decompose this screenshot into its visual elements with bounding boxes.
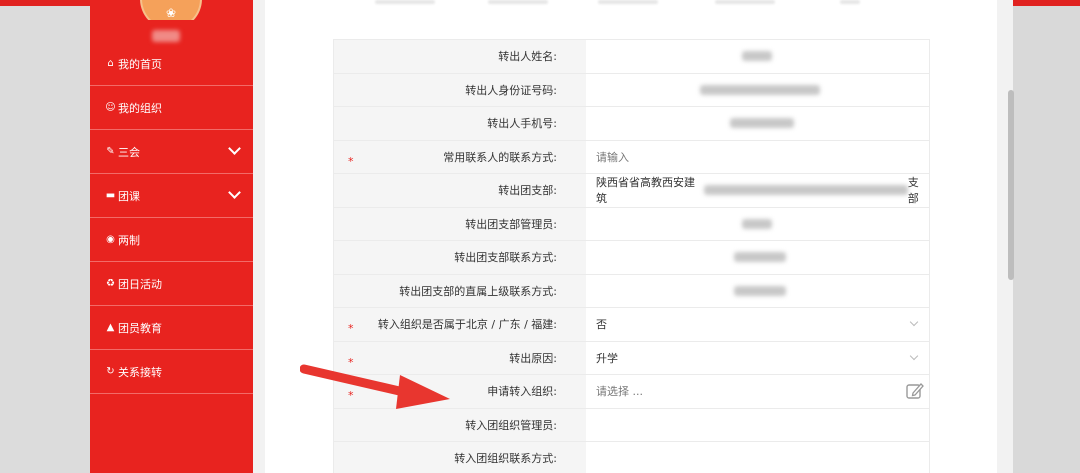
value-blurred xyxy=(586,208,929,241)
form-label: 转出团支部管理员: xyxy=(334,207,586,240)
form-row: * 常用联系人的联系方式: 请输入 xyxy=(334,140,929,174)
value-blurred xyxy=(586,107,929,140)
form-row: 转出团支部联系方式: xyxy=(334,241,929,275)
target-org-picker[interactable]: 请选择 ... xyxy=(586,375,929,408)
sidebar-item-three-meetings[interactable]: ✎ 三会 xyxy=(90,130,253,174)
target-org-admin-value xyxy=(586,409,929,442)
form-row: 转出团支部: 陕西省省高教西安建筑 支部 xyxy=(334,174,929,208)
sidebar-item-label: 两制 xyxy=(118,233,140,247)
edit-square-icon: ✎ xyxy=(106,146,115,157)
form-row: 转出人身份证号码: xyxy=(334,73,929,107)
annotation-arrow-icon xyxy=(300,364,450,409)
sidebar-item-two-systems[interactable]: ◉ 两制 xyxy=(90,218,253,262)
value-blurred xyxy=(586,74,929,107)
form-label: 转出人手机号: xyxy=(334,107,586,140)
chevron-down-icon[interactable] xyxy=(228,142,241,155)
refresh-icon: ↻ xyxy=(106,366,115,377)
sidebar-item-label: 团课 xyxy=(118,189,140,203)
form-label: 转出人身份证号码: xyxy=(334,73,586,106)
sidebar-item-league-class[interactable]: ▬ 团课 xyxy=(90,174,253,218)
sidebar-item-label: 关系接转 xyxy=(118,365,162,379)
left-gutter xyxy=(0,6,90,473)
sidebar-item-label: 三会 xyxy=(118,145,140,159)
transfer-out-branch-value: 陕西省省高教西安建筑 支部 xyxy=(596,176,919,206)
target-org-contact-value xyxy=(586,442,929,473)
avatar[interactable]: ❀ xyxy=(140,0,202,20)
form-label: * 转入组织是否属于北京 / 广东 / 福建: xyxy=(334,308,586,341)
chevron-down-icon xyxy=(909,351,919,360)
region-select[interactable]: 否 xyxy=(586,308,929,341)
form-row: * 转入组织是否属于北京 / 广东 / 福建: 否 xyxy=(334,308,929,342)
target-icon: ◉ xyxy=(106,234,115,245)
contact-input[interactable]: 请输入 xyxy=(586,141,929,174)
required-mark: * xyxy=(348,322,354,335)
value-blurred xyxy=(586,241,929,274)
sidebar-item-label: 团日活动 xyxy=(118,277,162,291)
form-label: 转出人姓名: xyxy=(334,40,586,73)
edit-icon[interactable] xyxy=(905,381,925,401)
sidebar-item-label: 我的组织 xyxy=(118,101,162,115)
sidebar-item-label: 团员教育 xyxy=(118,321,162,335)
form-row: 转出人手机号: xyxy=(334,107,929,141)
sidebar-item-relation-transfer[interactable]: ↻ 关系接转 xyxy=(90,350,253,394)
sidebar-item-home[interactable]: ⌂ 我的首页 xyxy=(90,42,253,86)
form-label: 转出团支部联系方式: xyxy=(334,241,586,274)
username-blurred xyxy=(152,30,180,42)
sidebar-item-my-org[interactable]: ☺ 我的组织 xyxy=(90,86,253,130)
recycle-icon: ♻ xyxy=(106,278,115,289)
form-row: 转出人姓名: xyxy=(334,40,929,74)
step-indicator-faint xyxy=(370,0,870,6)
home-icon: ⌂ xyxy=(107,58,114,69)
sidebar-item-league-day[interactable]: ♻ 团日活动 xyxy=(90,262,253,306)
form-label: 转出团支部: xyxy=(334,174,586,207)
chevron-down-icon[interactable] xyxy=(228,186,241,199)
chevron-down-icon xyxy=(909,317,919,327)
graduation-cap-icon: ▲ xyxy=(106,322,115,333)
users-icon: ☺ xyxy=(105,102,116,113)
bow-icon: ❀ xyxy=(166,6,177,20)
sidebar: ❀ ⌂ 我的首页 ☺ 我的组织 ✎ 三会 ▬ 团课 ◉ 两制 ♻ 团日活动 ▲ … xyxy=(90,0,253,473)
value-blurred xyxy=(586,40,929,73)
required-mark: * xyxy=(348,154,354,168)
reason-select[interactable]: 升学 xyxy=(586,342,929,375)
sidebar-item-label: 我的首页 xyxy=(118,57,162,71)
folder-icon: ▬ xyxy=(105,190,116,201)
sidebar-nav: ⌂ 我的首页 ☺ 我的组织 ✎ 三会 ▬ 团课 ◉ 两制 ♻ 团日活动 ▲ 团员… xyxy=(90,42,253,394)
sidebar-item-member-education[interactable]: ▲ 团员教育 xyxy=(90,306,253,350)
scrollbar-thumb[interactable] xyxy=(1008,90,1014,280)
form-label: * 常用联系人的联系方式: xyxy=(334,140,586,173)
value-blurred xyxy=(586,275,929,308)
form-label: 转入团组织联系方式: xyxy=(334,442,586,473)
form-row: 转出团支部管理员: xyxy=(334,207,929,241)
form-label: 转出团支部的直属上级联系方式: xyxy=(334,274,586,307)
form-row: 转出团支部的直属上级联系方式: xyxy=(334,274,929,308)
form-row: 转入团组织联系方式: xyxy=(334,442,929,473)
